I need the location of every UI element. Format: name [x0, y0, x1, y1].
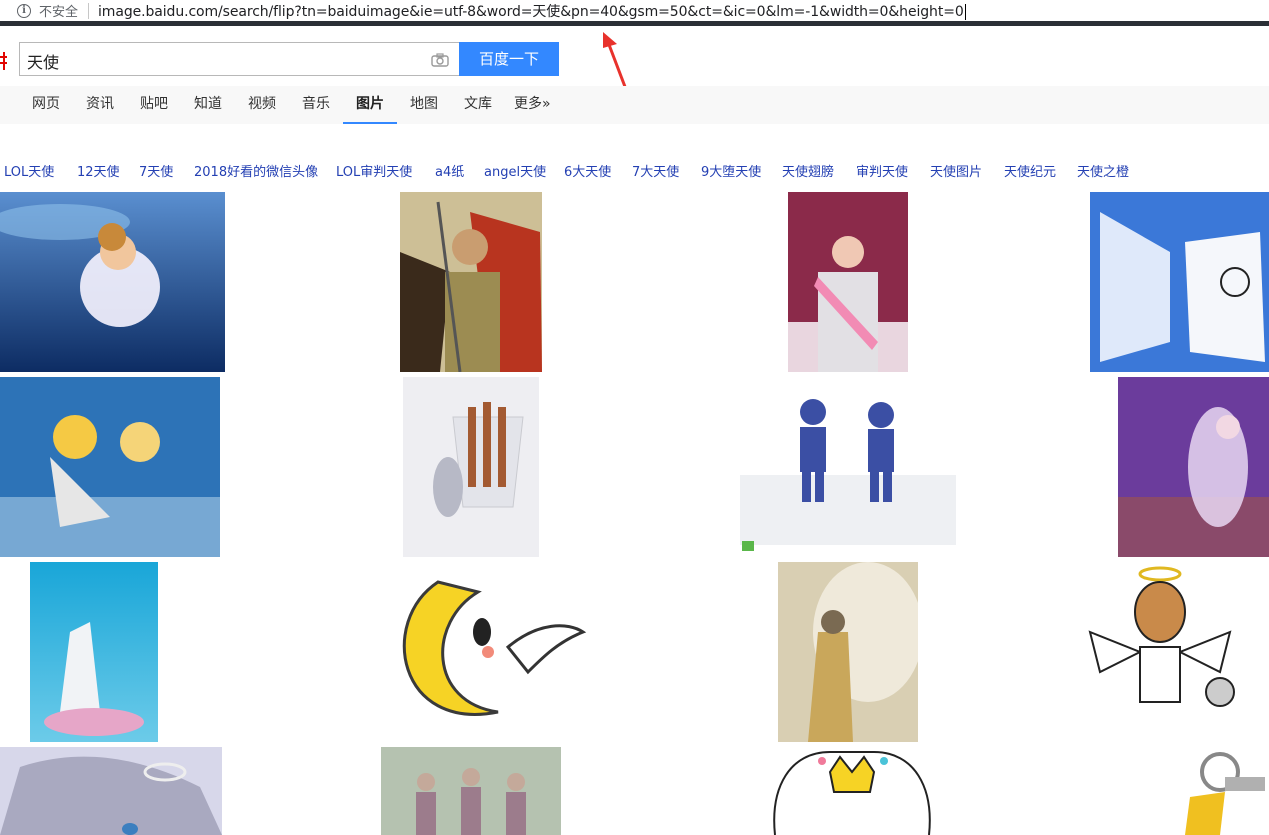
image-result[interactable] [368, 562, 596, 742]
related-link[interactable]: 7天使 [139, 162, 173, 184]
camera-icon[interactable] [431, 53, 449, 67]
nav-tabs: 网页 资讯 贴吧 知道 视频 音乐 图片 地图 文库 更多» [0, 86, 1269, 124]
related-link[interactable]: 天使纪元 [1004, 162, 1056, 184]
tab-news[interactable]: 资讯 [86, 86, 114, 124]
image-result[interactable] [738, 377, 958, 557]
tab-tieba[interactable]: 贴吧 [140, 86, 168, 124]
related-link[interactable]: LOL天使 [4, 162, 54, 184]
image-result[interactable] [0, 377, 220, 557]
related-link[interactable]: 12天使 [77, 162, 120, 184]
tab-zhidao[interactable]: 知道 [194, 86, 222, 124]
image-result[interactable] [770, 747, 934, 835]
related-link[interactable]: 审判天使 [856, 162, 908, 184]
related-link[interactable]: 天使翅膀 [782, 162, 834, 184]
tab-map[interactable]: 地图 [410, 86, 438, 124]
image-result[interactable] [1070, 562, 1269, 742]
related-link[interactable]: 6大天使 [564, 162, 611, 184]
image-result[interactable] [403, 377, 539, 557]
image-result[interactable] [1170, 747, 1269, 835]
image-result[interactable] [381, 747, 561, 835]
related-link[interactable]: LOL审判天使 [336, 162, 412, 184]
related-link[interactable]: 9大堕天使 [701, 162, 761, 184]
image-result[interactable] [1118, 377, 1269, 557]
text-caret [964, 3, 966, 20]
tab-video[interactable]: 视频 [248, 86, 276, 124]
info-icon[interactable]: i [17, 3, 31, 18]
image-result[interactable] [788, 192, 908, 372]
related-link[interactable]: angel天使 [484, 162, 546, 184]
related-link[interactable]: a4纸 [435, 162, 464, 184]
search-button[interactable]: 百度一下 [459, 42, 559, 76]
tab-more[interactable]: 更多» [514, 86, 551, 124]
address-bar[interactable]: i 不安全 image.baidu.com/search/flip?tn=bai… [0, 0, 1269, 26]
related-link[interactable]: 7大天使 [632, 162, 679, 184]
image-result[interactable] [1090, 192, 1269, 372]
image-result[interactable] [0, 747, 222, 835]
divider [88, 2, 90, 19]
tab-web[interactable]: 网页 [32, 86, 60, 124]
image-result[interactable] [0, 192, 225, 372]
related-link[interactable]: 天使图片 [930, 162, 982, 184]
image-result[interactable] [400, 192, 542, 372]
search-input[interactable]: 天使 [19, 42, 460, 76]
search-query: 天使 [27, 53, 60, 72]
related-link[interactable]: 2018好看的微信头像 [194, 162, 318, 184]
image-result[interactable] [30, 562, 158, 742]
tab-wenku[interactable]: 文库 [464, 86, 492, 124]
tab-music[interactable]: 音乐 [302, 86, 330, 124]
baidu-logo-fragment[interactable] [0, 52, 8, 70]
tab-images[interactable]: 图片 [343, 86, 397, 124]
related-link[interactable]: 天使之橙 [1077, 162, 1129, 184]
url-text[interactable]: image.baidu.com/search/flip?tn=baiduimag… [98, 1, 966, 21]
image-result[interactable] [778, 562, 918, 742]
security-label[interactable]: 不安全 [39, 1, 78, 20]
